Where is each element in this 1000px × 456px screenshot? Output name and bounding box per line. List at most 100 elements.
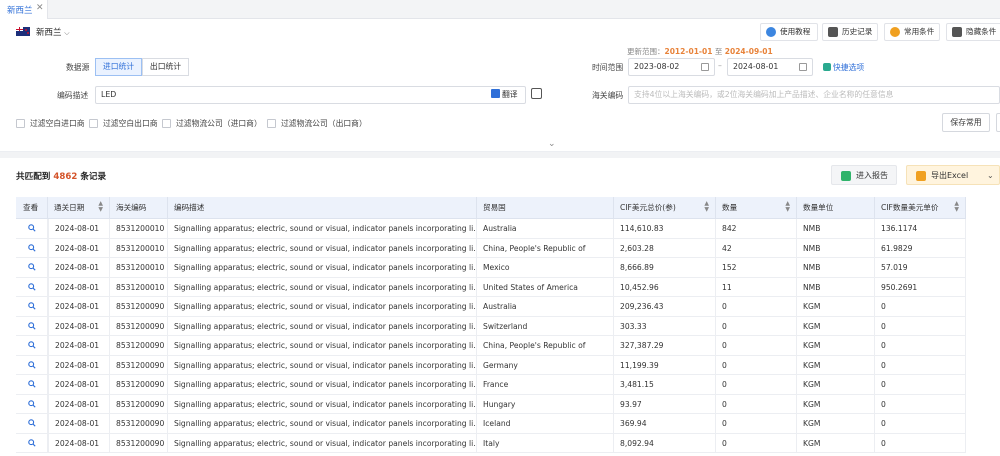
conditions-button[interactable]: 常用条件 — [884, 23, 940, 41]
cell-hs-code: 8531200090 — [110, 316, 168, 336]
hide-conditions-button[interactable]: 隐藏条件 — [946, 23, 1000, 41]
cell-cif-total: 8,666.89 — [614, 258, 716, 278]
close-icon[interactable]: ✕ — [36, 3, 44, 13]
tutorial-button[interactable]: 使用教程 — [760, 23, 818, 41]
update-range-sep: 至 — [712, 47, 725, 56]
cell-quantity: 0 — [716, 375, 797, 395]
col-header-description: 编码描述 — [168, 197, 477, 219]
checkbox-label: 过滤空白进口商 — [30, 119, 85, 128]
col-header-date[interactable]: 通关日期 ▲ ▼ — [48, 197, 110, 219]
tab-strip: 新西兰 ✕ — [0, 0, 1000, 19]
collapse-chevron-icon[interactable]: ⌄ — [548, 139, 556, 149]
cell-unit-price: 57.019 — [875, 258, 966, 278]
calendar-icon — [799, 63, 807, 71]
hide-icon — [952, 27, 962, 37]
checkbox-box — [16, 119, 25, 128]
update-range-from: 2012-01-01 — [664, 47, 713, 56]
export-stats-tab[interactable]: 出口统计 — [142, 58, 189, 76]
more-button-edge[interactable] — [996, 113, 1000, 132]
cell-unit: KGM — [797, 336, 875, 356]
col-header-cif-total-label: CIF美元总价(参) — [620, 203, 676, 212]
desc-input[interactable]: LED — [95, 86, 526, 104]
cell-unit: NMB — [797, 277, 875, 297]
filter-logistics-importer-checkbox[interactable]: 过滤物流公司（进口商） — [162, 118, 262, 130]
cell-country: United States of America — [477, 277, 614, 297]
calendar-icon — [701, 63, 709, 71]
filter-blank-importer-checkbox[interactable]: 过滤空白进口商 — [16, 118, 85, 130]
search-icon[interactable] — [28, 263, 36, 271]
search-icon[interactable] — [28, 282, 36, 291]
cell-description: Signalling apparatus; electric, sound or… — [168, 316, 477, 336]
import-stats-tab[interactable]: 进口统计 — [95, 58, 142, 76]
cell-country: Australia — [477, 219, 614, 239]
cell-date: 2024-08-01 — [48, 277, 110, 297]
search-icon[interactable] — [28, 419, 36, 427]
col-header-cif-total[interactable]: CIF美元总价(参) ▲ ▼ — [614, 197, 716, 219]
cell-date: 2024-08-01 — [48, 219, 110, 239]
search-icon[interactable] — [28, 321, 36, 330]
col-header-quantity-label: 数量 — [722, 203, 738, 212]
cell-country: China, People's Republic of — [477, 238, 614, 258]
quick-options-label: 快捷选项 — [833, 63, 865, 72]
date-to-input[interactable]: 2024-08-01 — [727, 58, 813, 76]
search-icon[interactable] — [28, 341, 36, 349]
view-cell — [16, 297, 48, 317]
view-cell — [16, 219, 48, 239]
desc-label: 编码描述 — [57, 91, 89, 100]
chevron-down-icon[interactable]: ⌄ — [987, 166, 994, 186]
cell-cif-total: 93.97 — [614, 394, 716, 414]
cell-description: Signalling apparatus; electric, sound or… — [168, 258, 477, 278]
hs-code-placeholder: 支持4位以上海关编码，或2位海关编码加上产品描述、企业名称的任意信息 — [634, 90, 894, 99]
cell-description: Signalling apparatus; electric, sound or… — [168, 375, 477, 395]
country-selector[interactable]: 新西兰 ⌵ — [36, 26, 70, 38]
update-range: 更新范围：2012-01-01 至 2024-09-01 — [627, 46, 773, 57]
search-icon[interactable] — [28, 438, 36, 447]
cell-unit: KGM — [797, 433, 875, 453]
view-cell — [16, 433, 48, 453]
cell-cif-total: 369.94 — [614, 414, 716, 434]
col-header-country: 贸易国 — [477, 197, 614, 219]
cell-unit-price: 0 — [875, 394, 966, 414]
filter-blank-exporter-checkbox[interactable]: 过滤空白出口商 — [89, 118, 158, 130]
tab-new-zealand[interactable]: 新西兰 ✕ — [0, 0, 48, 19]
new-zealand-flag-icon — [16, 27, 30, 36]
date-from-value: 2023-08-02 — [634, 62, 680, 71]
filter-logistics-exporter-checkbox[interactable]: 过滤物流公司（出口商） — [267, 118, 367, 130]
cell-hs-code: 8531200090 — [110, 297, 168, 317]
cell-country: Mexico — [477, 258, 614, 278]
search-icon[interactable] — [28, 224, 36, 232]
cell-country: Italy — [477, 433, 614, 453]
sort-icon: ▲ ▼ — [704, 200, 709, 213]
export-excel-button[interactable]: 导出Excel ⌄ — [906, 165, 1000, 185]
help-icon — [766, 27, 776, 37]
date-from-input[interactable]: 2023-08-02 — [628, 58, 715, 76]
hs-code-input[interactable]: 支持4位以上海关编码，或2位海关编码加上产品描述、企业名称的任意信息 — [628, 86, 1000, 104]
save-favorites-button[interactable]: 保存常用 — [942, 113, 990, 132]
cell-cif-total: 8,092.94 — [614, 433, 716, 453]
enter-report-label: 进入报告 — [856, 171, 888, 180]
list-icon[interactable] — [531, 88, 542, 99]
col-header-quantity[interactable]: 数量 ▲ ▼ — [716, 197, 797, 219]
search-icon[interactable] — [28, 360, 36, 369]
cell-quantity: 0 — [716, 355, 797, 375]
cell-date: 2024-08-01 — [48, 258, 110, 278]
cell-quantity: 0 — [716, 336, 797, 356]
cell-unit: KGM — [797, 394, 875, 414]
search-icon[interactable] — [28, 399, 36, 408]
col-header-unit-price[interactable]: CIF数量美元单价 ▲ ▼ — [875, 197, 966, 219]
search-icon[interactable] — [28, 243, 36, 252]
translate-button[interactable]: 翻译 — [491, 89, 518, 100]
cell-country: China, People's Republic of — [477, 336, 614, 356]
sort-icon: ▲ ▼ — [98, 200, 103, 213]
cell-date: 2024-08-01 — [48, 433, 110, 453]
search-icon[interactable] — [28, 380, 36, 388]
cell-cif-total: 2,603.28 — [614, 238, 716, 258]
quick-options-link[interactable]: 快捷选项 — [823, 62, 864, 73]
enter-report-button[interactable]: 进入报告 — [831, 165, 897, 185]
search-icon[interactable] — [28, 302, 36, 310]
cell-country: Germany — [477, 355, 614, 375]
history-button[interactable]: 历史记录 — [822, 23, 878, 41]
cell-date: 2024-08-01 — [48, 414, 110, 434]
cell-description: Signalling apparatus; electric, sound or… — [168, 336, 477, 356]
view-cell — [16, 277, 48, 297]
